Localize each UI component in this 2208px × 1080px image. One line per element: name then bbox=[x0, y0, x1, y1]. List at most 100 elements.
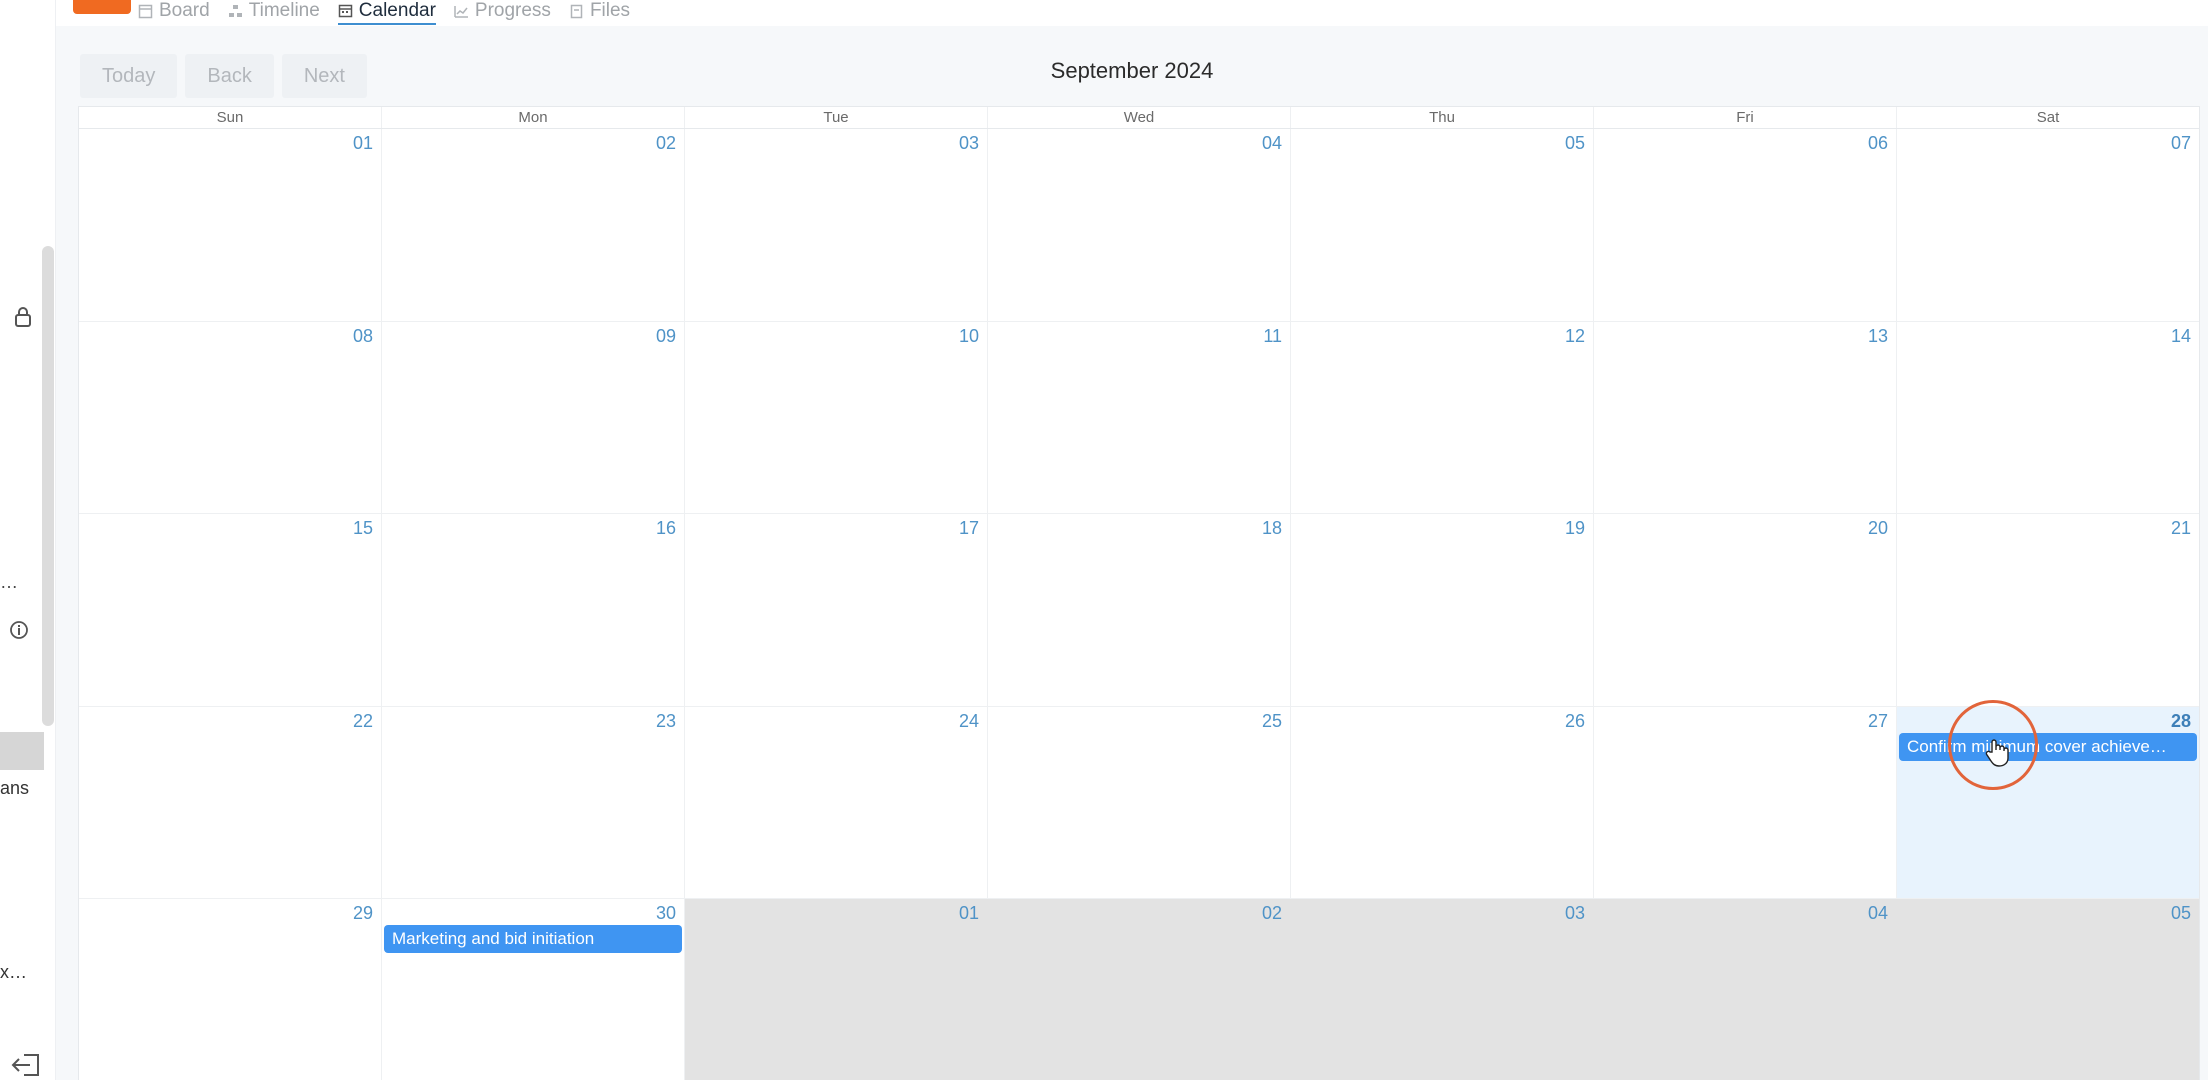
day-cell[interactable]: 08 bbox=[79, 321, 382, 514]
sidebar-item-selected[interactable] bbox=[0, 732, 44, 770]
day-cell[interactable]: 04 bbox=[988, 129, 1291, 321]
day-number[interactable]: 01 bbox=[353, 133, 373, 154]
day-cell[interactable]: 11 bbox=[988, 321, 1291, 514]
sidebar-scrollbar[interactable] bbox=[42, 246, 54, 726]
calendar-event[interactable]: Confirm minimum cover achieve… bbox=[1899, 732, 2197, 761]
day-number[interactable]: 19 bbox=[1565, 518, 1585, 539]
day-cell[interactable]: 26 bbox=[1291, 706, 1594, 899]
day-cell[interactable]: 30 Marketing and bid initiation bbox=[382, 899, 685, 1080]
info-icon bbox=[10, 621, 28, 639]
tab-label: Files bbox=[589, 0, 631, 21]
day-cell[interactable]: 21 bbox=[1897, 514, 2199, 706]
day-cell[interactable]: 22 bbox=[79, 706, 382, 899]
day-number[interactable]: 27 bbox=[1868, 711, 1888, 732]
day-cell[interactable]: 01 bbox=[685, 899, 988, 1080]
day-number[interactable]: 15 bbox=[353, 518, 373, 539]
day-cell[interactable]: 28 Confirm minimum cover achieve… bbox=[1897, 706, 2199, 899]
sidebar-item-label[interactable]: ans bbox=[0, 778, 29, 799]
day-number[interactable]: 18 bbox=[1262, 518, 1282, 539]
weekday-label: Wed bbox=[988, 107, 1291, 128]
day-number[interactable]: 16 bbox=[656, 518, 676, 539]
day-number[interactable]: 02 bbox=[656, 133, 676, 154]
day-number[interactable]: 28 bbox=[2171, 711, 2191, 732]
tab-timeline[interactable]: Timeline bbox=[228, 0, 320, 22]
day-number[interactable]: 05 bbox=[1565, 133, 1585, 154]
day-number[interactable]: 01 bbox=[959, 903, 979, 924]
day-number[interactable]: 20 bbox=[1868, 518, 1888, 539]
week-row: 22 23 24 25 26 27 28 Confirm minimum cover achi… bbox=[79, 706, 2199, 900]
weekday-label: Fri bbox=[1594, 107, 1897, 128]
day-cell[interactable]: 17 bbox=[685, 514, 988, 706]
day-number[interactable]: 10 bbox=[959, 326, 979, 347]
day-cell[interactable]: 20 bbox=[1594, 514, 1897, 706]
day-cell[interactable]: 15 bbox=[79, 514, 382, 706]
day-cell[interactable]: 23 bbox=[382, 706, 685, 899]
day-number[interactable]: 24 bbox=[959, 711, 979, 732]
day-number[interactable]: 12 bbox=[1565, 326, 1585, 347]
day-number[interactable]: 09 bbox=[656, 326, 676, 347]
month-grid: Sun Mon Tue Wed Thu Fri Sat 01 02 03 04 05 06 07 08 09… bbox=[78, 106, 2200, 1080]
day-cell[interactable]: 29 bbox=[79, 899, 382, 1080]
day-number[interactable]: 04 bbox=[1262, 133, 1282, 154]
brand-logo bbox=[73, 0, 131, 14]
day-number[interactable]: 11 bbox=[1263, 326, 1282, 347]
day-number[interactable]: 05 bbox=[2171, 903, 2191, 924]
day-number[interactable]: 14 bbox=[2171, 326, 2191, 347]
day-number[interactable]: 02 bbox=[1262, 903, 1282, 924]
day-cell[interactable]: 05 bbox=[1897, 899, 2199, 1080]
day-cell[interactable]: 19 bbox=[1291, 514, 1594, 706]
day-cell[interactable]: 14 bbox=[1897, 322, 2199, 514]
sidebar-item-truncated[interactable]: … bbox=[0, 572, 18, 593]
day-number[interactable]: 13 bbox=[1868, 326, 1888, 347]
calendar-icon bbox=[338, 4, 353, 18]
day-cell[interactable]: 16 bbox=[382, 514, 685, 706]
day-number[interactable]: 08 bbox=[353, 326, 373, 347]
day-number[interactable]: 23 bbox=[656, 711, 676, 732]
day-cell[interactable]: 25 bbox=[988, 706, 1291, 899]
day-cell[interactable]: 04 bbox=[1594, 899, 1897, 1080]
week-row: 08 09 10 11 12 13 14 bbox=[79, 321, 2199, 515]
day-cell[interactable]: 02 bbox=[988, 899, 1291, 1080]
files-icon bbox=[570, 4, 583, 18]
day-number[interactable]: 17 bbox=[959, 518, 979, 539]
tab-progress[interactable]: Progress bbox=[454, 0, 551, 22]
day-cell[interactable]: 06 bbox=[1594, 129, 1897, 321]
day-cell[interactable]: 12 bbox=[1291, 321, 1594, 514]
day-number[interactable]: 21 bbox=[2171, 518, 2191, 539]
day-cell[interactable]: 03 bbox=[685, 129, 988, 321]
sidebar-item-label[interactable]: x… bbox=[0, 962, 27, 983]
day-cell[interactable]: 27 bbox=[1594, 706, 1897, 899]
day-cell[interactable]: 10 bbox=[685, 321, 988, 514]
day-number[interactable]: 30 bbox=[656, 903, 676, 924]
tab-board[interactable]: Board bbox=[138, 0, 210, 22]
weeks-container: 01 02 03 04 05 06 07 08 09 10 11 12 13 14 15 16 17 18 19 20… bbox=[79, 129, 2199, 1080]
day-number[interactable]: 03 bbox=[959, 133, 979, 154]
day-cell[interactable]: 13 bbox=[1594, 321, 1897, 514]
tab-label: Calendar bbox=[358, 0, 436, 21]
day-cell[interactable]: 03 bbox=[1291, 899, 1594, 1080]
calendar-event[interactable]: Marketing and bid initiation bbox=[384, 925, 682, 954]
day-number[interactable]: 03 bbox=[1565, 903, 1585, 924]
day-cell[interactable]: 07 bbox=[1897, 129, 2199, 321]
day-number[interactable]: 22 bbox=[353, 711, 373, 732]
tab-files[interactable]: Files bbox=[569, 0, 630, 22]
day-cell[interactable]: 24 bbox=[685, 706, 988, 899]
day-number[interactable]: 07 bbox=[2171, 133, 2191, 154]
day-number[interactable]: 06 bbox=[1868, 133, 1888, 154]
day-number[interactable]: 26 bbox=[1565, 711, 1585, 732]
day-cell[interactable]: 01 bbox=[79, 129, 382, 321]
logout-icon[interactable] bbox=[10, 1052, 44, 1078]
day-cell[interactable]: 02 bbox=[382, 129, 685, 321]
day-number[interactable]: 25 bbox=[1262, 711, 1282, 732]
day-cell[interactable]: 18 bbox=[988, 514, 1291, 706]
day-number[interactable]: 04 bbox=[1868, 903, 1888, 924]
weekday-label: Tue bbox=[685, 107, 988, 128]
week-row: 29 30 Marketing and bid initiation 01 02 03 04… bbox=[79, 899, 2199, 1080]
weekday-label: Sat bbox=[2036, 109, 2060, 126]
weekday-label: Mon bbox=[382, 107, 685, 128]
board-icon bbox=[138, 4, 153, 18]
tab-calendar[interactable]: Calendar bbox=[337, 0, 436, 25]
day-number[interactable]: 29 bbox=[353, 903, 373, 924]
day-cell[interactable]: 05 bbox=[1291, 129, 1594, 321]
day-cell[interactable]: 09 bbox=[382, 321, 685, 514]
